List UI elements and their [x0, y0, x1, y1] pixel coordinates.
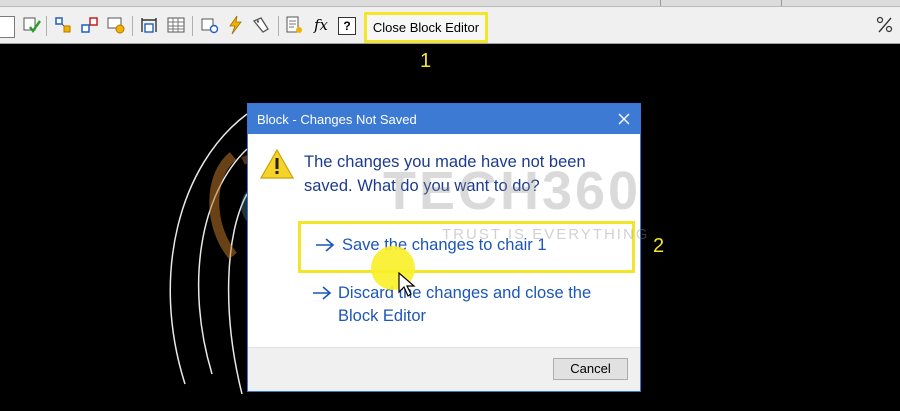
- discard-changes-option[interactable]: Discard the changes and close the Block …: [312, 282, 612, 332]
- help-icon[interactable]: ?: [338, 17, 356, 35]
- close-icon[interactable]: [614, 109, 634, 129]
- ribbon-segment: [661, 0, 782, 6]
- authoring-palette-icon[interactable]: [106, 15, 126, 35]
- authoring-action-icon[interactable]: [80, 15, 100, 35]
- dialog-title: Block - Changes Not Saved: [257, 112, 417, 127]
- arrow-right-icon: [316, 238, 335, 252]
- dialog-title-bar[interactable]: Block - Changes Not Saved: [248, 104, 640, 134]
- check-input-icon[interactable]: [22, 15, 42, 35]
- watermark-brand: TECH360: [383, 161, 642, 221]
- close-block-editor-button[interactable]: Close Block Editor: [364, 12, 488, 43]
- attribute-definition-icon[interactable]: [199, 15, 219, 35]
- discard-changes-label: Discard the changes and close the Block …: [338, 284, 592, 325]
- block-table-icon[interactable]: [139, 15, 159, 35]
- arrow-right-icon: [313, 286, 332, 300]
- authoring-parameter-icon[interactable]: [53, 15, 73, 35]
- block-properties-icon[interactable]: [284, 15, 304, 35]
- toolbar-separator: [132, 16, 133, 36]
- lightning-icon[interactable]: [225, 15, 245, 35]
- fx-icon[interactable]: fx: [311, 15, 331, 35]
- warning-icon: [259, 148, 295, 179]
- toolbar-separator: [46, 16, 47, 36]
- define-attribute-icon[interactable]: [251, 15, 271, 35]
- table-grid-icon[interactable]: [166, 15, 186, 35]
- dialog-footer: Cancel: [248, 347, 640, 391]
- toolbar-separator: [278, 16, 279, 36]
- toolbar-separator: [192, 16, 193, 36]
- mouse-pointer-icon: [398, 272, 416, 297]
- toolbar-input-field[interactable]: [0, 16, 15, 38]
- percent-icon[interactable]: [876, 15, 894, 35]
- ribbon-edge: [0, 0, 900, 7]
- ribbon-segment: [0, 0, 661, 6]
- changes-not-saved-dialog: Block - Changes Not Saved The changes yo…: [247, 103, 641, 392]
- cancel-button[interactable]: Cancel: [553, 358, 628, 380]
- block-editor-toolbar: fx ? Close Block Editor: [0, 0, 900, 44]
- watermark-tagline: TRUST IS EVERYTHING: [442, 226, 650, 243]
